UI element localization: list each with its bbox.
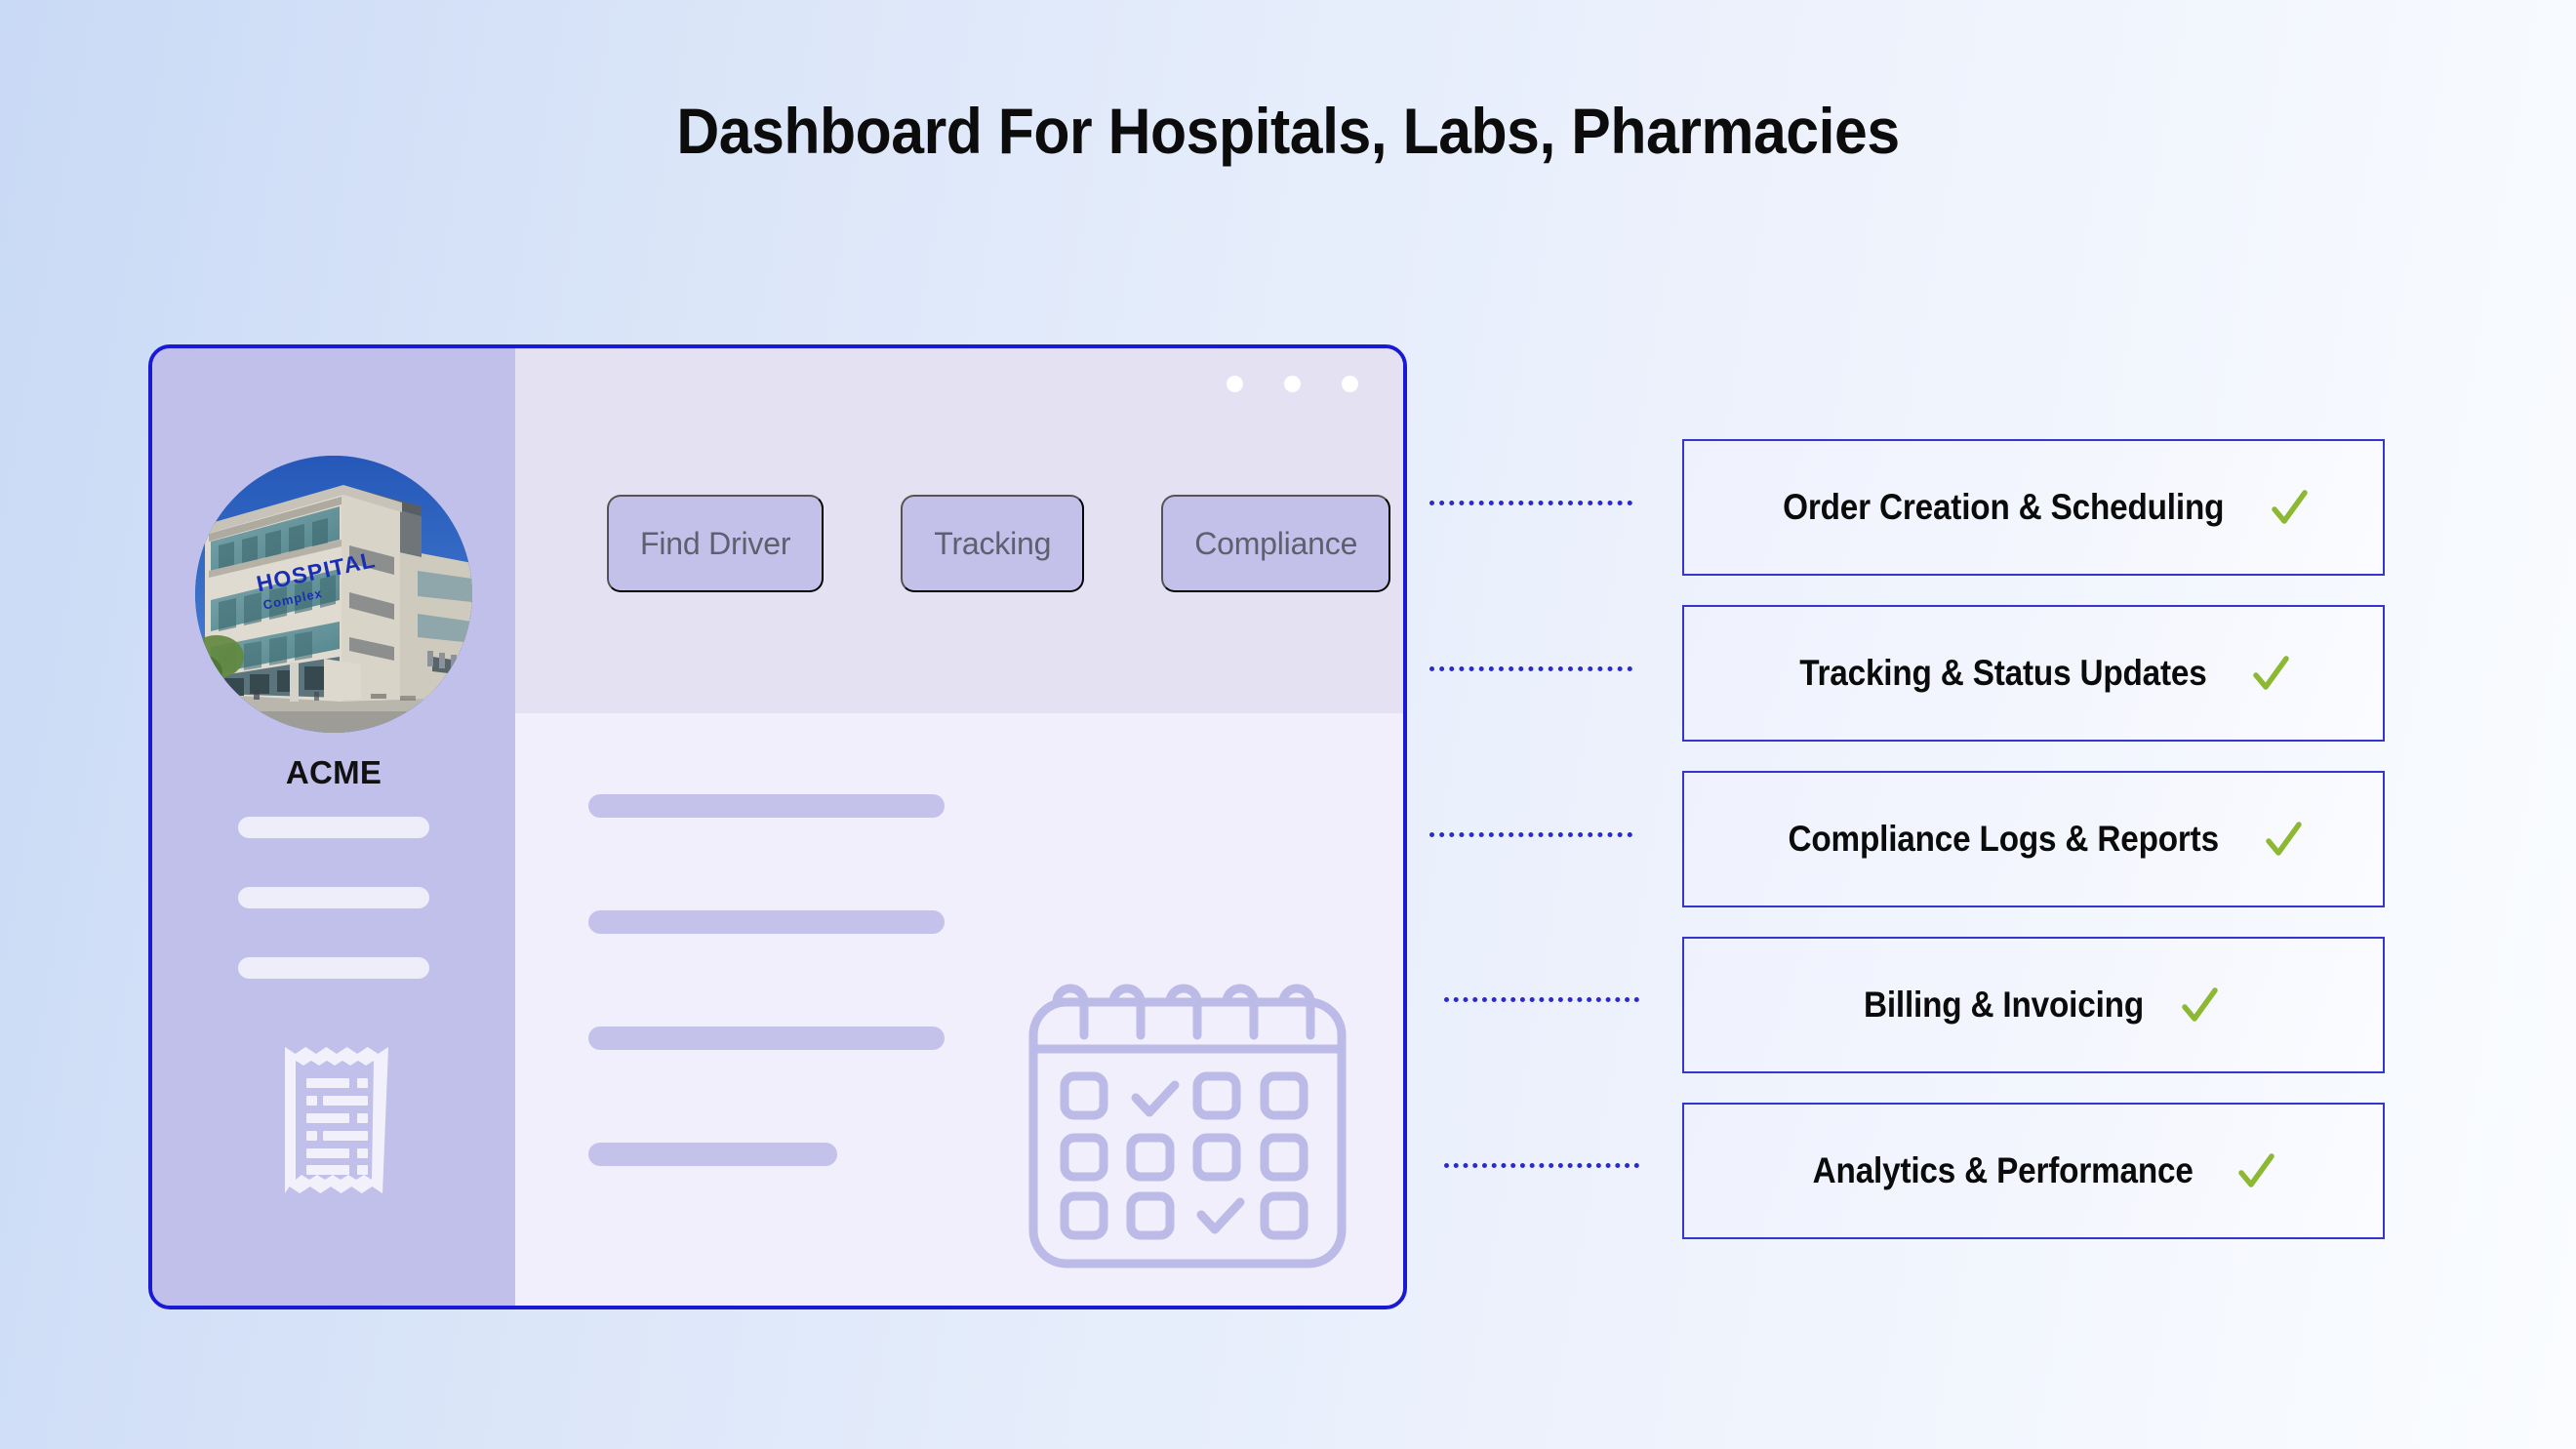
skeleton-line (588, 794, 945, 818)
feature-label: Order Creation & Scheduling (1782, 487, 2225, 527)
org-avatar: HOSPITAL Complex (195, 456, 472, 733)
feature-label: Billing & Invoicing (1863, 985, 2144, 1025)
tab-tracking[interactable]: Tracking (901, 495, 1085, 592)
feature-label: Tracking & Status Updates (1799, 653, 2207, 693)
calendar-icon (1022, 959, 1353, 1281)
content-skeleton-lines (588, 794, 945, 1166)
hospital-building-photo-icon: HOSPITAL Complex (195, 456, 472, 733)
mockup-main-panel: Find Driver Tracking Compliance (515, 348, 1403, 1306)
sidebar-placeholder-bar[interactable] (238, 817, 429, 838)
sidebar-placeholder-bar[interactable] (238, 957, 429, 979)
check-icon (2180, 983, 2219, 1027)
connector-2 (1429, 666, 1632, 671)
connector-5 (1444, 1163, 1639, 1168)
feature-label: Compliance Logs & Reports (1788, 819, 2219, 859)
tab-compliance[interactable]: Compliance (1161, 495, 1391, 592)
feature-card-compliance-logs-reports[interactable]: Compliance Logs & Reports (1682, 771, 2385, 907)
feature-card-tracking-status-updates[interactable]: Tracking & Status Updates (1682, 605, 2385, 742)
sidebar-nav-placeholders (152, 817, 515, 979)
feature-card-order-creation-scheduling[interactable]: Order Creation & Scheduling (1682, 439, 2385, 576)
feature-card-list: Order Creation & Scheduling Tracking & S… (1682, 439, 2385, 1239)
mockup-nav-tabs: Find Driver Tracking Compliance (607, 495, 1391, 592)
check-icon (2236, 1148, 2275, 1193)
connector-3 (1429, 832, 1632, 837)
tab-find-driver[interactable]: Find Driver (607, 495, 825, 592)
feature-card-analytics-performance[interactable]: Analytics & Performance (1682, 1103, 2385, 1239)
page-title: Dashboard For Hospitals, Labs, Pharmacie… (676, 95, 1900, 167)
connector-1 (1429, 501, 1632, 505)
dashboard-mockup-window: HOSPITAL Complex ACME Find Driver Tracki… (148, 344, 1407, 1309)
check-icon (2270, 485, 2309, 530)
org-name-label: ACME (285, 754, 382, 790)
skeleton-line (588, 910, 945, 934)
check-icon (2251, 651, 2290, 696)
feature-label: Analytics & Performance (1812, 1150, 2194, 1190)
feature-card-billing-invoicing[interactable]: Billing & Invoicing (1682, 937, 2385, 1073)
window-dot-icon[interactable] (1284, 376, 1301, 392)
connector-4 (1444, 997, 1639, 1002)
mockup-topbar: Find Driver Tracking Compliance (515, 348, 1403, 713)
mockup-content-area (515, 713, 1403, 1306)
skeleton-line (588, 1143, 837, 1166)
window-dot-icon[interactable] (1227, 376, 1243, 392)
check-icon (2264, 817, 2303, 862)
window-controls (1227, 376, 1358, 392)
window-dot-icon[interactable] (1342, 376, 1358, 392)
sidebar-placeholder-bar[interactable] (238, 887, 429, 908)
skeleton-line (588, 1026, 945, 1050)
mockup-sidebar: HOSPITAL Complex ACME (152, 348, 515, 1306)
receipt-invoice-icon (279, 1037, 388, 1203)
